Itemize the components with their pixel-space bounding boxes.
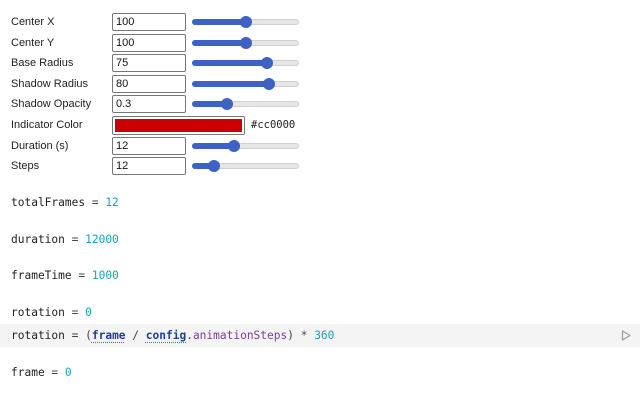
var-name: frame xyxy=(11,366,45,379)
slider-fill xyxy=(192,80,269,87)
center-y-label: Center Y xyxy=(11,36,55,49)
indicator-color-picker[interactable] xyxy=(112,115,245,135)
open-paren: ( xyxy=(85,329,92,342)
cell-rotation[interactable]: rotation = 0 xyxy=(0,301,640,324)
shadow-radius-label: Shadow Radius xyxy=(11,77,89,90)
slider-fill xyxy=(192,39,246,46)
duration-slider[interactable] xyxy=(192,139,299,152)
center-x-slider[interactable] xyxy=(192,16,299,28)
slider-thumb[interactable] xyxy=(208,160,220,173)
base-radius-slider[interactable] xyxy=(192,57,299,70)
shadow-opacity-input[interactable] xyxy=(112,95,186,114)
var-name: rotation xyxy=(11,306,65,319)
base-radius-label: Base Radius xyxy=(11,57,74,70)
value: 12000 xyxy=(85,233,119,246)
indicator-color-hex: #cc0000 xyxy=(251,118,296,131)
shadow-radius-slider[interactable] xyxy=(192,77,299,90)
cell-frame[interactable]: frame = 0 xyxy=(0,361,640,384)
cell-duration[interactable]: duration = 12000 xyxy=(0,228,640,251)
indicator-color-row: Indicator Color #cc0000 xyxy=(0,115,640,136)
var-name: totalFrames xyxy=(11,196,86,209)
value: 0 xyxy=(64,366,72,379)
var-name: rotation xyxy=(11,329,65,342)
shadow-opacity-label: Shadow Opacity xyxy=(11,98,92,111)
close-paren-multiply: ) * xyxy=(287,329,315,342)
slider-fill xyxy=(192,60,267,67)
cell-total-frames[interactable]: totalFrames = 12 xyxy=(0,191,640,214)
steps-label: Steps xyxy=(11,160,40,173)
var-name: frameTime xyxy=(11,269,72,282)
slider-thumb[interactable] xyxy=(221,98,233,111)
center-y-slider[interactable] xyxy=(192,36,299,49)
var-name: duration xyxy=(11,233,65,246)
center-y-input[interactable] xyxy=(112,33,186,52)
config-reference[interactable]: config xyxy=(146,329,186,342)
shadow-opacity-slider[interactable] xyxy=(192,98,299,111)
slider-thumb[interactable] xyxy=(240,36,252,49)
slider-thumb[interactable] xyxy=(261,57,273,70)
center-x-label: Center X xyxy=(11,16,55,28)
indicator-color-label: Indicator Color xyxy=(11,118,83,131)
slider-thumb[interactable] xyxy=(263,77,275,90)
steps-row: Steps xyxy=(0,156,640,177)
shadow-opacity-row: Shadow Opacity xyxy=(0,94,640,115)
slider-thumb[interactable] xyxy=(228,139,240,152)
cell-rotation-formula[interactable]: rotation = (frame / config.animationStep… xyxy=(0,324,640,347)
slider-fill xyxy=(192,19,246,25)
assign-op: = xyxy=(71,269,92,282)
parameter-form: Center X Center Y Base Radius Shadow Rad… xyxy=(0,12,640,177)
value: 12 xyxy=(105,196,119,209)
play-icon[interactable] xyxy=(621,330,631,341)
steps-slider[interactable] xyxy=(192,160,299,173)
center-x-input[interactable] xyxy=(112,13,186,31)
frame-reference[interactable]: frame xyxy=(92,329,126,342)
duration-label: Duration (s) xyxy=(11,139,69,152)
slider-thumb[interactable] xyxy=(240,16,252,28)
value: 1000 xyxy=(91,269,119,282)
assign-op: = xyxy=(85,196,106,209)
center-y-row: Center Y xyxy=(0,33,640,54)
divide-op: / xyxy=(125,329,146,342)
property-animation-steps: animationSteps xyxy=(192,329,288,342)
steps-input[interactable] xyxy=(112,157,186,176)
center-x-row: Center X xyxy=(0,12,640,33)
base-radius-row: Base Radius xyxy=(0,53,640,74)
cell-frame-time[interactable]: frameTime = 1000 xyxy=(0,264,640,287)
assign-op: = xyxy=(64,233,86,246)
assign-op: = xyxy=(64,306,86,319)
value: 360 xyxy=(314,329,335,342)
value: 0 xyxy=(85,306,92,319)
dot: . xyxy=(186,329,193,342)
assign-op: = xyxy=(64,329,86,342)
duration-input[interactable] xyxy=(112,136,186,155)
color-swatch xyxy=(115,118,242,132)
base-radius-input[interactable] xyxy=(112,54,186,73)
shadow-radius-input[interactable] xyxy=(112,74,186,93)
duration-row: Duration (s) xyxy=(0,136,640,157)
assign-op: = xyxy=(44,366,65,379)
shadow-radius-row: Shadow Radius xyxy=(0,74,640,95)
